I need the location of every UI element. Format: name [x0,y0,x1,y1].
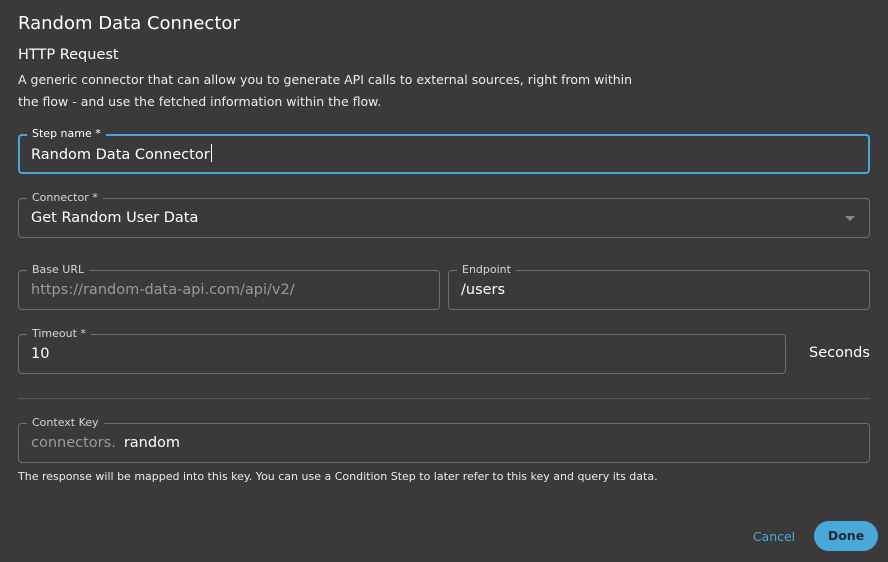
random-data-connector-dialog: Random Data Connector HTTP Request A gen… [0,0,888,562]
step-name-field[interactable]: Step name * Random Data Connector [18,126,870,174]
chevron-down-icon[interactable] [845,216,855,221]
connector-select[interactable]: Connector * Get Random User Data [18,190,870,238]
endpoint-field[interactable]: Endpoint /users [448,262,870,310]
base-url-field: Base URL https://random-data-api.com/api… [18,262,440,310]
timeout-unit-label: Seconds [809,345,870,361]
timeout-field[interactable]: Timeout * 10 [18,326,786,374]
base-url-label: Base URL [27,262,90,278]
step-name-value[interactable]: Random Data Connector [31,147,210,163]
text-caret [210,144,212,162]
endpoint-value[interactable]: /users [461,280,505,300]
dialog-title: Random Data Connector [18,13,240,34]
step-name-label: Step name * [27,126,106,142]
cancel-button[interactable]: Cancel [746,522,802,552]
context-key-value[interactable]: random [124,435,180,451]
timeout-value[interactable]: 10 [31,344,49,364]
step-name-value-wrapper[interactable]: Random Data Connector [31,144,212,165]
base-url-value: https://random-data-api.com/api/v2/ [31,282,295,298]
connector-value[interactable]: Get Random User Data [31,208,198,228]
context-key-value-wrapper[interactable]: connectors. random [31,433,180,453]
endpoint-label: Endpoint [457,262,516,278]
section-divider [18,398,870,399]
context-key-prefix: connectors. [31,435,116,451]
timeout-label: Timeout * [27,326,91,342]
done-button[interactable]: Done [814,521,878,551]
dialog-description: A generic connector that can allow you t… [18,72,633,109]
context-key-field[interactable]: Context Key connectors. random [18,415,870,463]
context-key-helper-text: The response will be mapped into this ke… [18,470,658,483]
dialog-subtitle: HTTP Request [18,47,119,63]
connector-label: Connector * [27,190,103,206]
context-key-label: Context Key [27,415,104,431]
